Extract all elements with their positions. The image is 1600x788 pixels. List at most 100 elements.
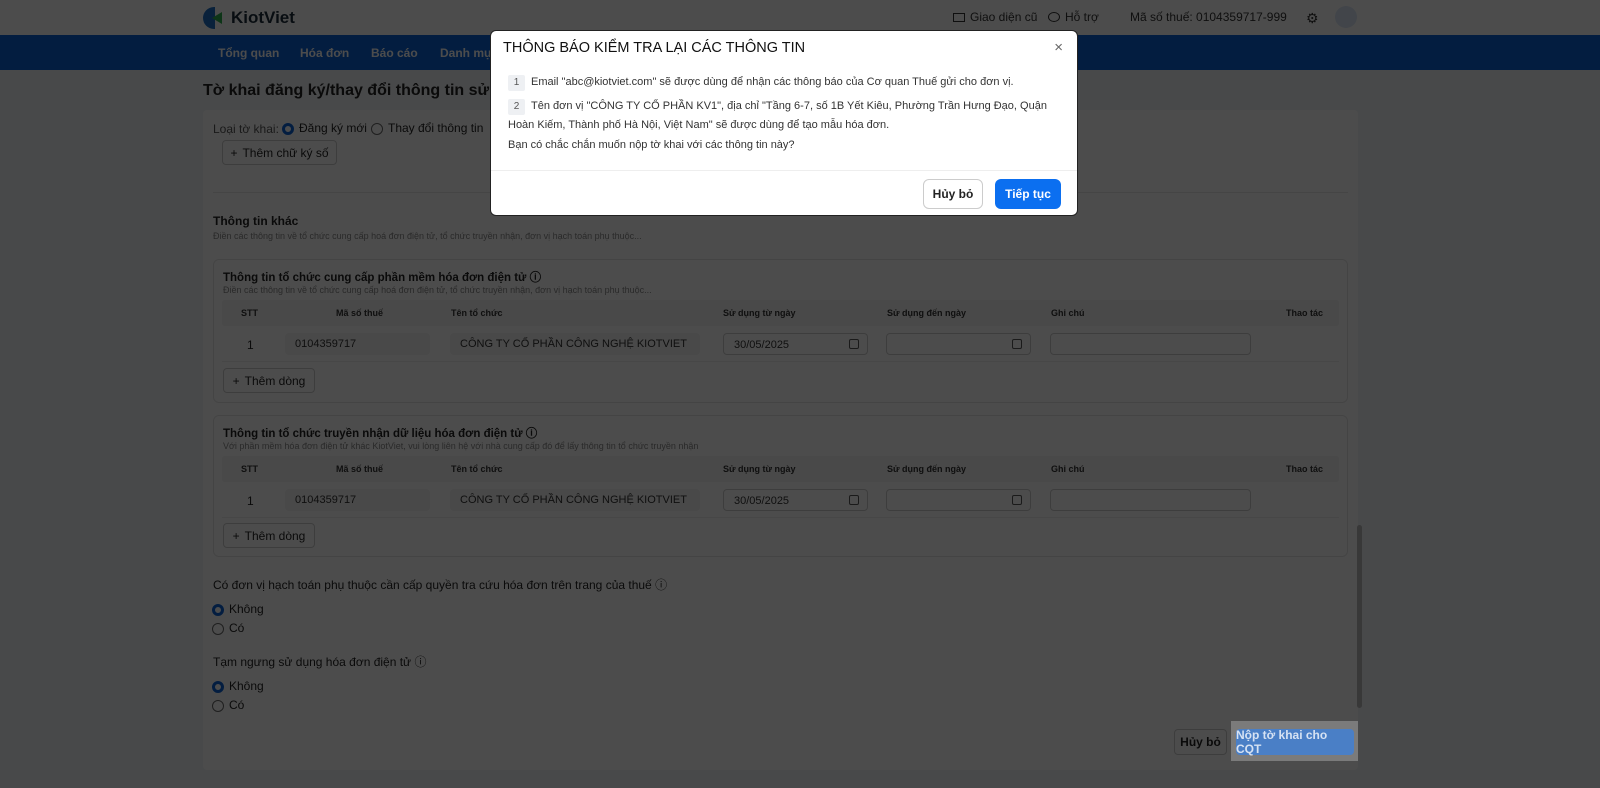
table-header: STT Mã số thuế Tên tổ chức Sử dụng từ ng… [222,456,1339,482]
q2-radio-yes[interactable]: Có [212,698,244,712]
radio-new[interactable]: Đăng ký mới [282,121,367,135]
continue-button[interactable]: Tiếp tục [995,179,1061,209]
kiotviet-logo[interactable]: KiotViet [203,7,295,29]
monitor-icon [953,12,965,22]
page-title: Tờ khai đăng ký/thay đổi thông tin sử dụ… [203,82,533,100]
table-header: STT Mã số thuế Tên tổ chức Sử dụng từ ng… [222,300,1339,326]
col-from: Sử dụng từ ngày [723,464,796,474]
q2-no-label: Không [229,679,264,693]
provider-title: Thông tin tổ chức cung cấp phần mềm hóa … [223,272,527,284]
dialog-title: THÔNG BÁO KIỂM TRA LẠI CÁC THÔNG TIN [503,40,806,56]
col-name: Tên tổ chức [451,308,503,318]
item-number: 2 [508,99,525,115]
transmitter-section: Thông tin tổ chức truyền nhận dữ liệu hó… [213,415,1348,557]
transmitter-desc: Với phần mềm hóa đơn điện tử khác KiotVi… [223,441,699,451]
col-to: Sử dụng đến ngày [887,308,967,318]
add-signature-button[interactable]: + Thêm chữ ký số [222,140,337,165]
provider-desc: Điền các thông tin về tổ chức cung cấp h… [223,285,652,295]
brand-name: KiotViet [231,8,295,27]
dialog-cancel-button[interactable]: Hủy bỏ [923,179,983,209]
tax-code: Mã số thuế: 0104359717-999 [1130,10,1287,24]
from-date-input[interactable]: 30/05/2025 [723,489,868,511]
nav-overview[interactable]: Tổng quan [218,46,279,60]
scrollbar[interactable] [1357,525,1362,708]
avatar[interactable] [1335,6,1357,28]
q2-yes-label: Có [229,698,245,712]
q1-label: Có đơn vị hạch toán phụ thuộc cần cấp qu… [213,578,652,592]
calendar-icon[interactable] [1012,495,1022,505]
radio-new-label: Đăng ký mới [299,121,367,135]
plus-icon: + [232,528,240,543]
col-name: Tên tổ chức [451,464,503,474]
nav-reports[interactable]: Báo cáo [371,46,418,60]
confirm-dialog: THÔNG BÁO KIỂM TRA LẠI CÁC THÔNG TIN × 1… [490,30,1078,216]
info-icon[interactable]: ⓘ [414,655,426,669]
to-date-input[interactable] [886,489,1031,511]
form-type-label: Loại tờ khai: [213,122,279,136]
calendar-icon[interactable] [1012,339,1022,349]
add-row-label: Thêm dòng [244,373,306,388]
col-from: Sử dụng từ ngày [723,308,796,318]
gear-icon[interactable]: ⚙ [1306,10,1319,27]
provider-section: Thông tin tổ chức cung cấp phần mềm hóa … [213,259,1348,403]
org-name-input[interactable]: CÔNG TY CỔ PHẦN CÔNG NGHỆ KIOTVIET [450,333,700,355]
q2-label: Tạm ngưng sử dụng hóa đơn điện tử [213,655,412,669]
add-row-button[interactable]: + Thêm dòng [223,523,315,548]
transmitter-title: Thông tin tổ chức truyền nhận dữ liệu hó… [223,428,523,440]
col-tax: Mã số thuế [336,464,384,474]
add-signature-label: Thêm chữ ký số [242,145,329,160]
close-icon[interactable]: × [1054,39,1063,56]
dialog-question: Bạn có chắc chắn muốn nộp tờ khai với cá… [508,139,795,151]
to-date-input[interactable] [886,333,1031,355]
support-link[interactable]: Hỗ trợ [1048,10,1099,24]
item-text: Email "abc@kiotviet.com" sẽ được dùng để… [531,76,1014,88]
from-date-value: 30/05/2025 [734,339,790,351]
org-name-input[interactable]: CÔNG TY CỔ PHẦN CÔNG NGHỆ KIOTVIET [450,489,700,511]
info-icon[interactable]: ⓘ [526,428,538,440]
note-input[interactable] [1050,489,1251,511]
submit-button[interactable]: Nộp tờ khai cho CQT [1236,728,1354,756]
from-date-input[interactable]: 30/05/2025 [723,333,868,355]
cancel-button[interactable]: Hủy bỏ [1174,729,1227,755]
col-stt: STT [241,464,258,474]
info-icon[interactable]: ⓘ [655,578,667,592]
plus-icon: + [230,145,238,160]
radio-change[interactable]: Thay đổi thông tin [371,121,483,135]
chat-icon [1048,12,1060,22]
note-input[interactable] [1050,333,1251,355]
calendar-icon[interactable] [849,495,859,505]
col-stt: STT [241,308,258,318]
col-note: Ghi chú [1051,464,1085,474]
radio-change-label: Thay đổi thông tin [388,121,484,135]
add-row-button[interactable]: + Thêm dòng [223,368,315,393]
nav-invoices[interactable]: Hóa đơn [300,46,349,60]
col-actions: Thao tác [1286,308,1324,318]
dialog-item-2: 2 Tên đơn vị "CÔNG TY CỔ PHẦN KV1", địa c… [508,97,1060,135]
dialog-item-1: 1 Email "abc@kiotviet.com" sẽ được dùng đ… [508,73,1060,92]
col-note: Ghi chú [1051,308,1085,318]
table-row: 1 0104359717 CÔNG TY CỔ PHẦN CÔNG NGHỆ K… [222,326,1339,362]
q1-no-label: Không [229,602,264,616]
info-icon[interactable]: ⓘ [530,272,542,284]
add-row-label: Thêm dòng [244,528,306,543]
tax-input[interactable]: 0104359717 [285,333,430,355]
q1-radio-no[interactable]: Không [212,602,264,616]
tax-input[interactable]: 0104359717 [285,489,430,511]
other-title: Thông tin khác [213,214,299,228]
q1-radio-yes[interactable]: Có [212,621,244,635]
col-tax: Mã số thuế [336,308,384,318]
old-ui-label: Giao diện cũ [970,10,1038,24]
table-row: 1 0104359717 CÔNG TY CỔ PHẦN CÔNG NGHỆ K… [222,482,1339,518]
support-label: Hỗ trợ [1065,10,1099,24]
item-text: Tên đơn vị "CÔNG TY CỔ PHẦN KV1", địa ch… [508,100,1047,131]
old-ui-link[interactable]: Giao diện cũ [953,10,1037,24]
q1-yes-label: Có [229,621,245,635]
col-actions: Thao tác [1286,464,1324,474]
from-date-value: 30/05/2025 [734,495,790,507]
calendar-icon[interactable] [849,339,859,349]
q2-radio-no[interactable]: Không [212,679,264,693]
logo-icon [203,7,225,29]
divider [491,170,1077,171]
plus-icon: + [232,373,240,388]
row-stt: 1 [247,494,254,508]
